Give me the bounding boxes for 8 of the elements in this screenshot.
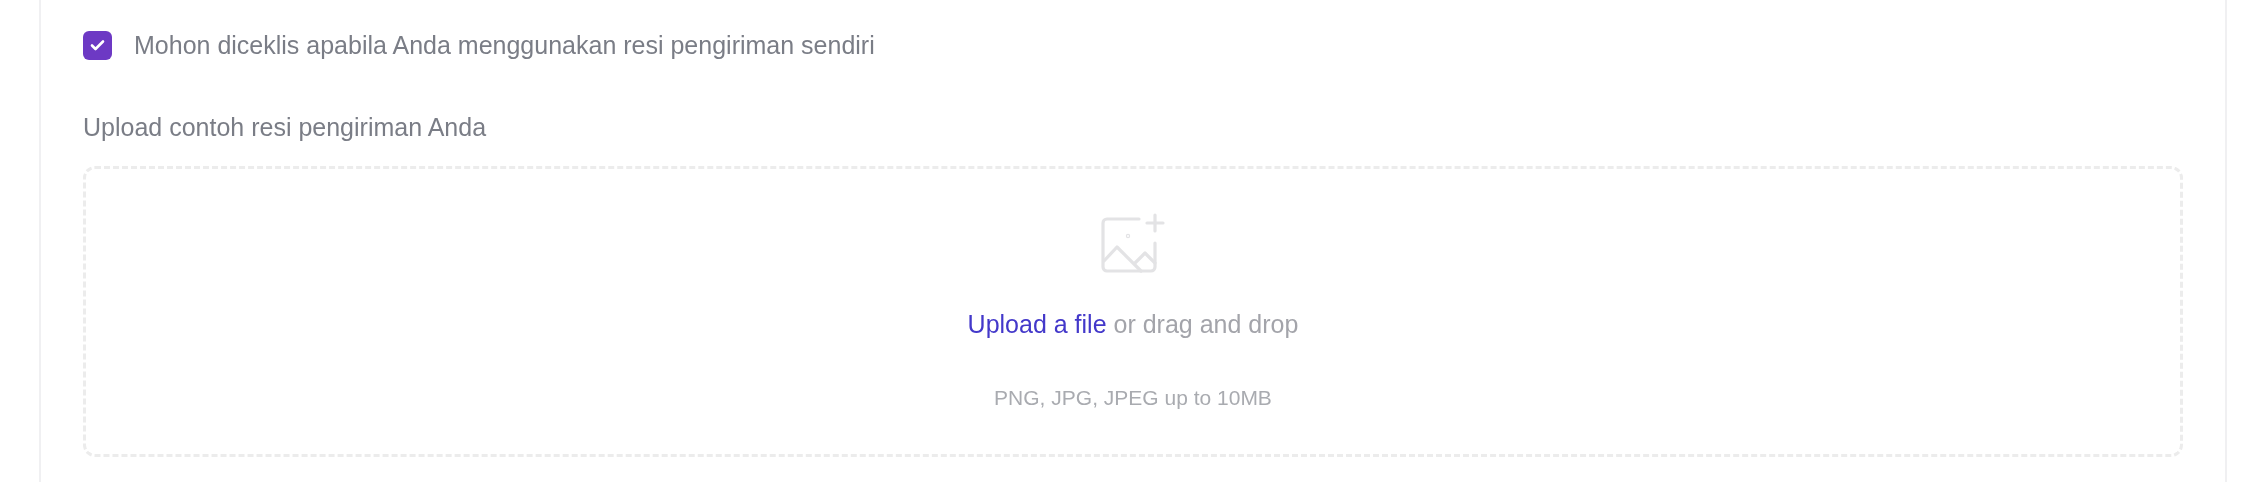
upload-link[interactable]: Upload a file: [967, 310, 1107, 338]
checkbox[interactable]: [83, 30, 112, 60]
checkbox-label: Mohon diceklis apabila Anda menggunakan resi pengiriman sendiri: [134, 30, 875, 60]
checkmark-icon: [90, 39, 105, 51]
file-type-hint: PNG, JPG, JPEG up to 10MB: [994, 385, 1272, 411]
drop-zone[interactable]: Upload a file or drag and drop PNG, JPG, JPEG up to 10MB: [83, 166, 2183, 457]
upload-instruction: Upload a file or drag and drop: [967, 309, 1299, 339]
field-label: Upload contoh resi pengiriman Anda: [83, 112, 488, 142]
